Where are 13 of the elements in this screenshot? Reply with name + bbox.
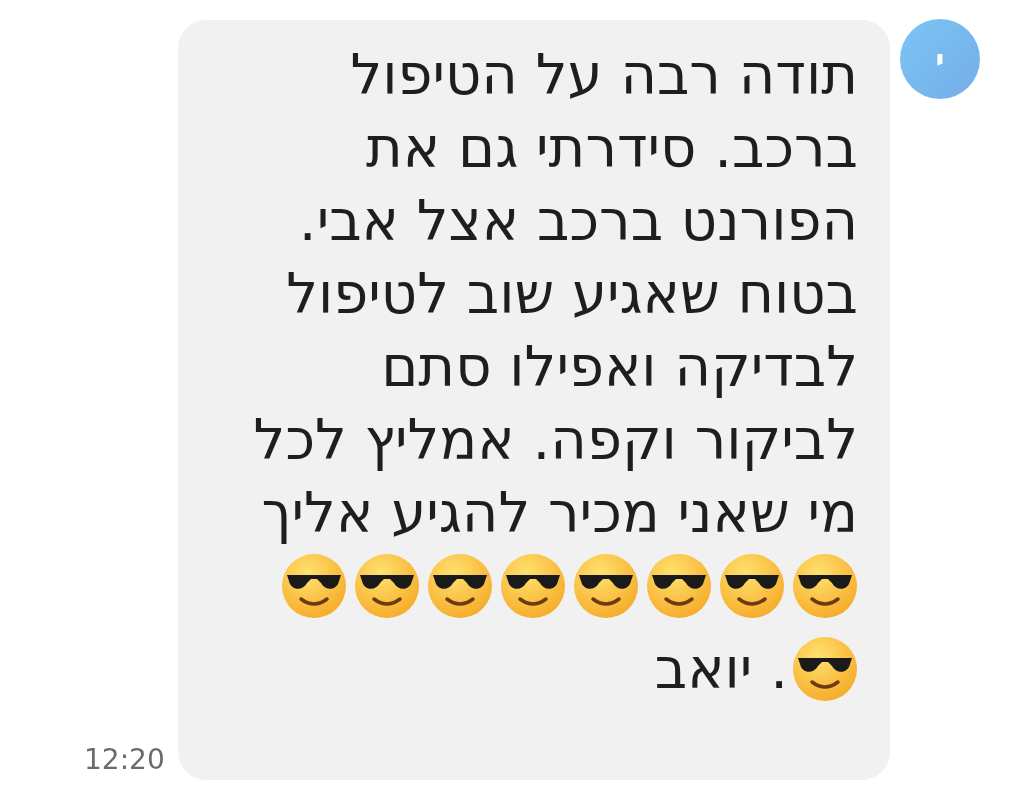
sunglasses-emoji-icon	[792, 636, 858, 702]
sunglasses-emoji-icon	[500, 553, 566, 619]
message-text: תודה רבה על הטיפול ברכב. סידרתי גם את הפורנט ברכב אצל אבי. בטוח שאגיע שוב לטיפול לבדיקה ואפילו סתם לביקור וקפה. אמליץ לכל מי שאני מכיר להגיע אליך	[252, 41, 858, 547]
avatar[interactable]: י	[900, 19, 980, 99]
sunglasses-emoji-icon	[354, 553, 420, 619]
sunglasses-emoji-icon	[281, 553, 347, 619]
sunglasses-emoji-icon	[646, 553, 712, 619]
sunglasses-emoji-icon	[792, 553, 858, 619]
message-time: 12:20	[84, 742, 165, 778]
sunglasses-emoji-icon	[573, 553, 639, 619]
sunglasses-emoji-icon	[719, 553, 785, 619]
sunglasses-emoji-icon	[427, 553, 493, 619]
signature-text: . יואב	[654, 635, 788, 703]
